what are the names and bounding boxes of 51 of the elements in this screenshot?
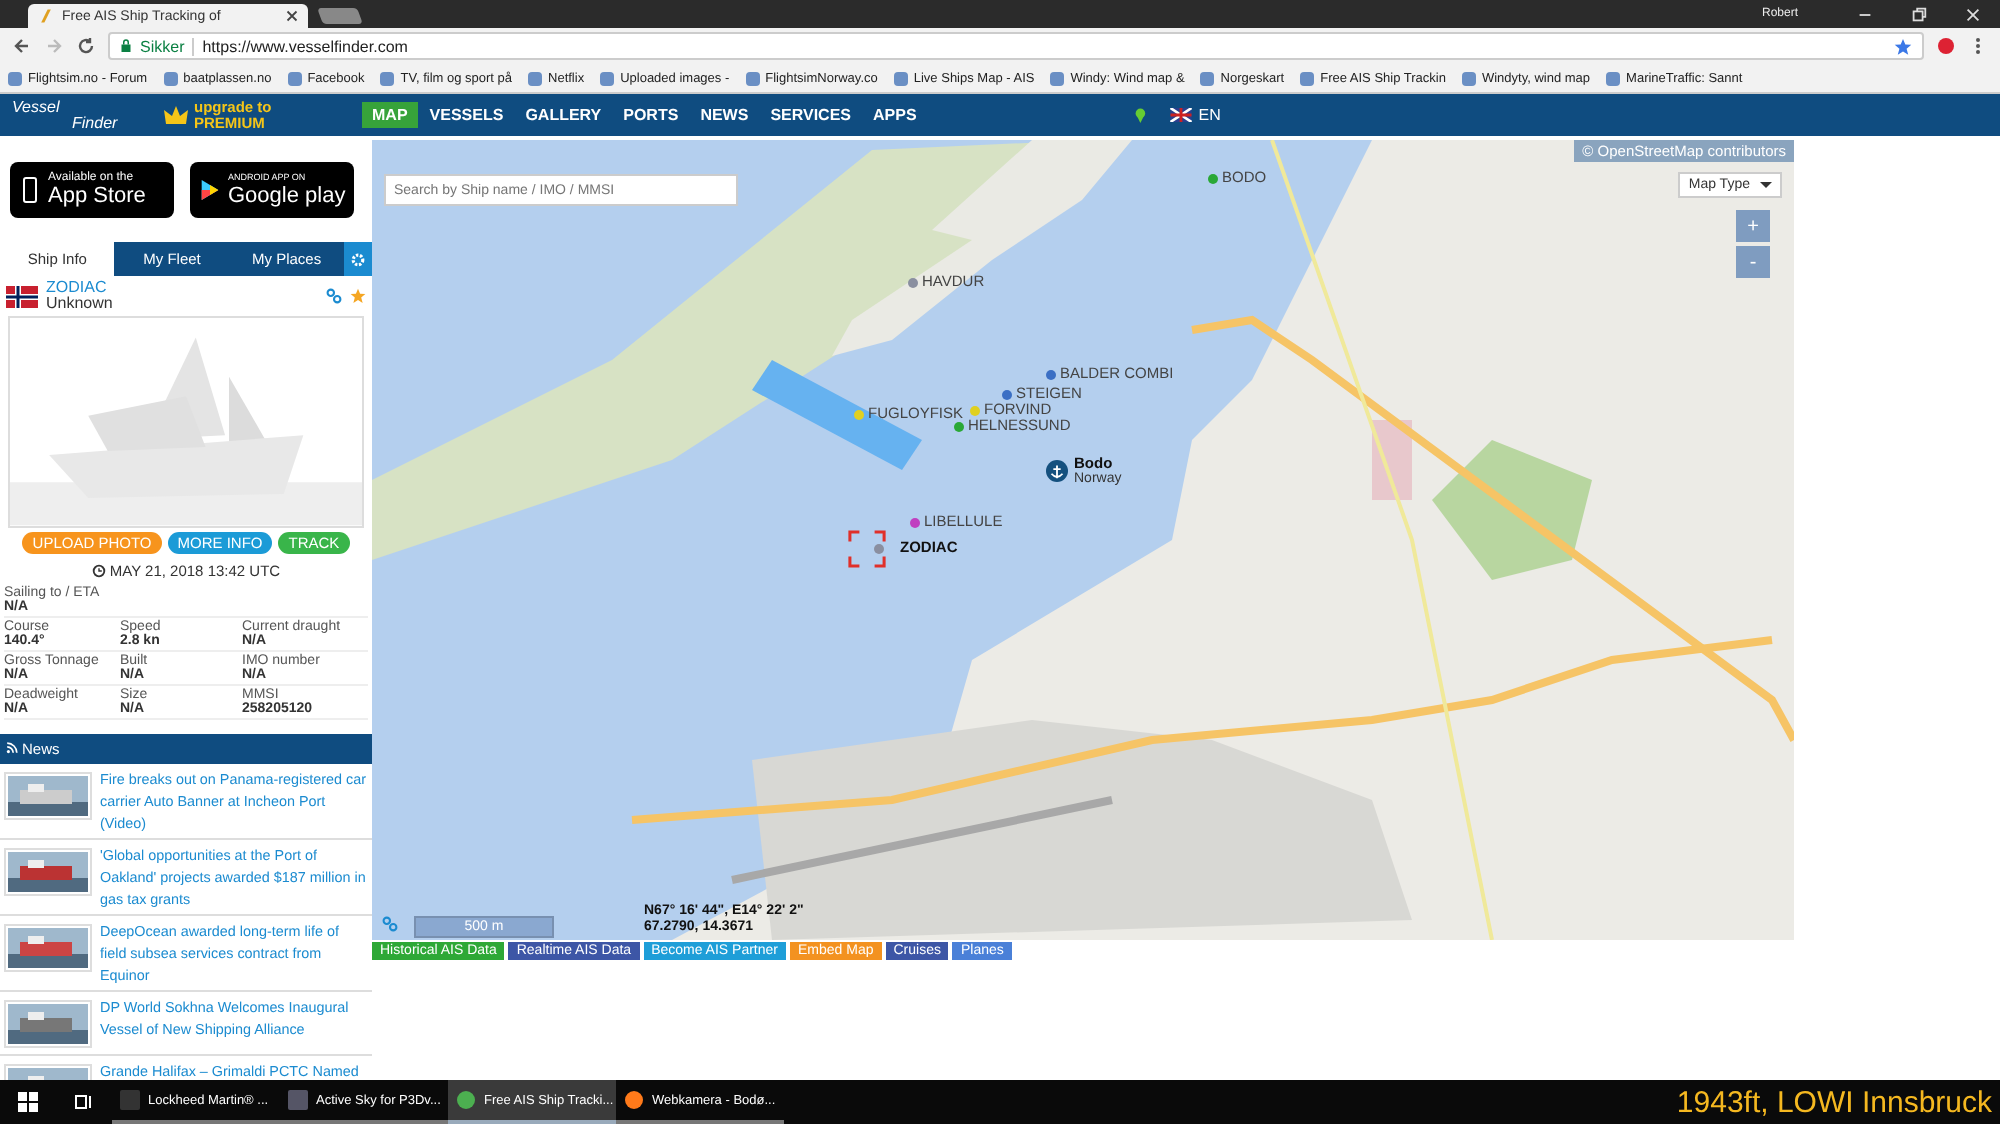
anchor-icon[interactable]: [1046, 460, 1068, 482]
star-icon[interactable]: [1894, 37, 1912, 55]
nav-link[interactable]: APPS: [863, 102, 927, 128]
overlay-text: 1943ft, LOWI Innsbruck: [1676, 1085, 1992, 1119]
app-icon: [120, 1090, 140, 1110]
task-view-icon[interactable]: [74, 1092, 94, 1112]
app-icon: [456, 1090, 476, 1110]
nav-link[interactable]: SERVICES: [760, 102, 861, 128]
vessel-marker[interactable]: [854, 410, 864, 420]
vessel-marker[interactable]: [1046, 370, 1056, 380]
vessel-marker[interactable]: [874, 544, 884, 554]
new-tab-button[interactable]: [317, 8, 363, 24]
nav-link[interactable]: NEWS: [690, 102, 759, 128]
lock-icon: [120, 38, 132, 54]
star-icon[interactable]: [350, 288, 366, 304]
windows-icon[interactable]: [18, 1092, 38, 1112]
url-text: https://www.vesselfinder.com: [202, 37, 408, 55]
app-icon: [288, 1090, 308, 1110]
vessel-marker[interactable]: [1002, 390, 1012, 400]
phone-icon: [20, 176, 40, 204]
nav-link[interactable]: GALLERY: [515, 102, 612, 128]
ship-type: Unknown: [46, 296, 113, 312]
history-icon: [91, 563, 106, 578]
app-icon: [624, 1090, 644, 1110]
reload-icon[interactable]: [76, 36, 96, 56]
crown-icon: [164, 105, 188, 125]
address-field[interactable]: Sikker https://www.vesselfinder.com: [108, 32, 1924, 60]
vessel-marker[interactable]: [1208, 174, 1218, 184]
flag-icon: [6, 285, 38, 307]
security-label: Sikker: [140, 37, 195, 55]
ship-name[interactable]: ZODIAC: [46, 280, 113, 296]
link-icon[interactable]: [382, 916, 398, 932]
back-icon[interactable]: [12, 36, 32, 56]
play-icon: [200, 176, 220, 204]
gear-icon: [349, 251, 366, 267]
link-icon[interactable]: [326, 288, 342, 304]
nav-link[interactable]: PORTS: [613, 102, 689, 128]
vessel-marker[interactable]: [970, 406, 980, 416]
extension-icon[interactable]: [1936, 36, 1956, 56]
nav-link[interactable]: VESSELS: [419, 102, 514, 128]
logo[interactable]: Vessel Finder: [12, 99, 164, 131]
language-selector[interactable]: EN: [1198, 106, 1221, 124]
flag-icon: [1170, 108, 1193, 122]
rss-icon: [6, 742, 18, 755]
restore-icon[interactable]: [1910, 5, 1928, 23]
close-icon[interactable]: [286, 10, 298, 22]
settings-button[interactable]: [343, 242, 372, 276]
pin-icon[interactable]: [1134, 106, 1151, 124]
vessel-marker[interactable]: [954, 422, 964, 432]
vessel-marker[interactable]: [910, 518, 920, 528]
vessel-marker[interactable]: [908, 278, 918, 288]
